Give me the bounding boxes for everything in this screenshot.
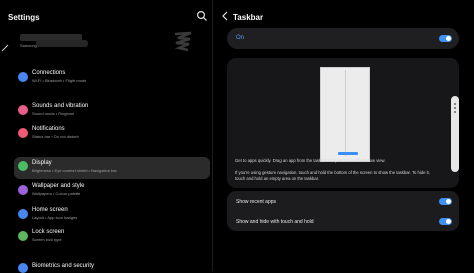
bell-icon [18, 128, 28, 138]
taskbar-preview-card [227, 58, 459, 188]
show-hide-touch-toggle[interactable] [439, 218, 452, 225]
sidebar-item-connections[interactable]: Connections Wi-Fi • Bluetooth • Flight m… [16, 69, 210, 89]
search-icon[interactable] [196, 10, 208, 22]
main-toggle-row[interactable]: On [227, 28, 459, 49]
taskbar-panel: Taskbar On Get to apps quickly. Drag an … [213, 0, 474, 271]
sidebar-item-label: Lock screen [32, 229, 65, 235]
sidebar-item-subtitle: Status bar • Do not disturb [32, 134, 79, 139]
sidebar-item-wallpaper[interactable]: Wallpaper and style Wallpapers • Colour … [16, 182, 210, 202]
main-toggle-switch[interactable] [439, 35, 452, 42]
sidebar-item-display[interactable]: Display Brightness • Eye comfort shield … [14, 157, 210, 179]
page-title: Taskbar [233, 13, 264, 22]
sidebar-item-label: Connections [32, 70, 66, 76]
sidebar-item-label: Home screen [32, 207, 68, 213]
option-label: Show recent apps [236, 199, 277, 205]
sidebar-item-subtitle: Layout • App icon badges [32, 215, 78, 220]
scroll-handle[interactable] [451, 96, 459, 172]
sidebar-item-label: Display [32, 160, 52, 166]
sidebar-item-label: Sounds and vibration [32, 103, 89, 109]
sidebar-item-subtitle: Screen lock type [32, 237, 62, 242]
show-recent-apps-toggle[interactable] [439, 198, 452, 205]
account-row[interactable]: Samsung account [0, 28, 212, 62]
description-text: touch and hold an empty area on the task… [235, 176, 320, 181]
sidebar-item-notifications[interactable]: Notifications Status bar • Do not distur… [16, 125, 210, 145]
sidebar-item-subtitle: Wi-Fi • Bluetooth • Flight mode [32, 78, 87, 83]
sidebar-item-lock-screen[interactable]: Lock screen Screen lock type [16, 228, 210, 248]
edit-icon[interactable] [1, 44, 9, 52]
back-icon[interactable] [221, 11, 229, 21]
avatar[interactable] [172, 30, 194, 52]
page-title: Settings [8, 13, 40, 22]
sidebar-item-label: Notifications [32, 126, 65, 132]
display-icon [18, 161, 28, 171]
sidebar-item-biometrics[interactable]: Biometrics and security [16, 260, 210, 273]
sidebar-item-label: Wallpaper and style [32, 183, 85, 189]
description-text: Get to apps quickly. Drag an app from th… [235, 158, 386, 163]
sidebar-item-subtitle: Wallpapers • Colour palette [32, 191, 81, 196]
options-card: Show recent apps Show and hide with touc… [227, 191, 459, 231]
lock-icon [18, 231, 28, 241]
option-label: Show and hide with touch and hold [236, 219, 314, 225]
main-toggle-label: On [236, 35, 245, 41]
sidebar-item-subtitle: Brightness • Eye comfort shield • Naviga… [32, 168, 117, 173]
sidebar-item-sounds[interactable]: Sounds and vibration Sound mode • Ringto… [16, 102, 210, 122]
tablet-preview-image [320, 67, 370, 162]
sidebar-item-subtitle: Sound mode • Ringtone [32, 111, 75, 116]
sound-icon [18, 105, 28, 115]
taskbar-dock-preview [338, 152, 358, 155]
account-email-redacted [36, 40, 88, 47]
wifi-icon [18, 72, 28, 82]
sidebar-item-home-screen[interactable]: Home screen Layout • App icon badges [16, 206, 210, 226]
sidebar-item-label: Biometrics and security [32, 263, 95, 269]
shield-icon [18, 263, 28, 273]
settings-panel: Settings Samsung account Connections Wi-… [0, 0, 212, 273]
palette-icon [18, 185, 28, 195]
home-icon [18, 209, 28, 219]
